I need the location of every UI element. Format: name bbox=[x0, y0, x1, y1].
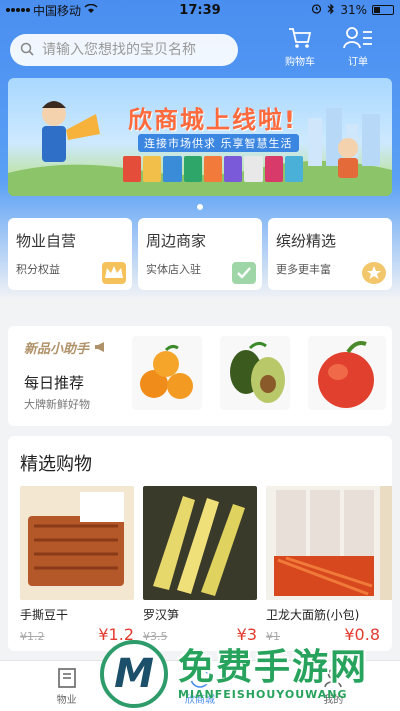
product-image-apple[interactable] bbox=[308, 336, 386, 410]
cart-button[interactable]: 购物车 bbox=[278, 26, 322, 74]
watermark-title: 免费手游网 bbox=[178, 647, 369, 688]
product-image bbox=[266, 486, 380, 600]
banner-pager-dot[interactable] bbox=[197, 204, 203, 210]
watermark-logo: M bbox=[100, 640, 168, 708]
status-bar: 中国移动 17:39 31% bbox=[0, 0, 400, 20]
cart-icon bbox=[289, 28, 312, 48]
new-products-badge: 新品小助手 bbox=[24, 338, 108, 357]
category-title: 缤纷精选 bbox=[276, 232, 337, 250]
product-card[interactable]: 手撕豆干 ¥1.2 ¥1.2 bbox=[20, 486, 134, 644]
orders-label: 订单 bbox=[348, 57, 368, 68]
orders-icon bbox=[343, 27, 372, 49]
category-row: 物业自营 积分权益 周边商家 实体店入驻 缤纷精选 更多更丰富 bbox=[8, 218, 392, 290]
bluetooth-icon bbox=[327, 3, 335, 18]
check-box-icon bbox=[232, 262, 256, 284]
category-card-nearby[interactable]: 周边商家 实体店入驻 bbox=[138, 218, 262, 290]
new-products-card[interactable]: 新品小助手 每日推荐 大牌新鲜好物 bbox=[8, 326, 392, 426]
featured-section: 精选购物 手撕豆干 ¥1.2 ¥1.2 罗汉笋 ¥3.5 ¥3 卫龙大面筋(小包… bbox=[8, 436, 392, 651]
product-name: 手撕豆干 bbox=[20, 608, 69, 622]
search-bar[interactable] bbox=[10, 34, 238, 66]
product-name: 罗汉笋 bbox=[143, 608, 180, 622]
category-title: 周边商家 bbox=[146, 232, 207, 250]
product-card[interactable]: 卫龙大面筋(小包) ¥1 ¥0.8 bbox=[266, 486, 380, 644]
search-header: 购物车 订单 bbox=[0, 26, 400, 76]
featured-title: 精选购物 bbox=[20, 454, 92, 475]
building-icon bbox=[57, 667, 76, 688]
category-title: 物业自营 bbox=[16, 232, 77, 250]
product-card-partial[interactable] bbox=[380, 486, 392, 600]
product-old-price: ¥1.2 bbox=[20, 630, 45, 643]
tab-label: 物业 bbox=[56, 694, 77, 706]
product-image-avocado[interactable] bbox=[220, 336, 290, 410]
vip-crown-icon bbox=[102, 262, 126, 284]
watermark-url: MIANFEISHOUYOUWANG bbox=[178, 688, 348, 701]
product-image-orange[interactable] bbox=[132, 336, 202, 410]
battery-percent: 31% bbox=[340, 3, 367, 17]
product-card[interactable]: 罗汉笋 ¥3.5 ¥3 bbox=[143, 486, 257, 644]
banner-title: 欣商城上线啦! bbox=[128, 106, 297, 134]
category-card-property[interactable]: 物业自营 积分权益 bbox=[8, 218, 132, 290]
promo-banner[interactable]: 欣商城上线啦! 连接市场供求 乐享智慧生活 bbox=[8, 78, 392, 196]
medal-icon bbox=[362, 262, 386, 284]
search-icon bbox=[20, 41, 34, 60]
alarm-icon bbox=[311, 3, 322, 17]
new-products-title: 每日推荐 bbox=[24, 374, 85, 392]
product-image bbox=[20, 486, 134, 600]
category-card-selection[interactable]: 缤纷精选 更多更丰富 bbox=[268, 218, 392, 290]
product-name: 卫龙大面筋(小包) bbox=[266, 608, 360, 622]
product-image bbox=[143, 486, 257, 600]
banner-subtitle: 连接市场供求 乐享智慧生活 bbox=[138, 134, 299, 152]
orders-button[interactable]: 订单 bbox=[336, 26, 380, 74]
new-products-subtitle: 大牌新鲜好物 bbox=[24, 398, 90, 411]
battery-icon bbox=[372, 5, 394, 15]
cart-label: 购物车 bbox=[285, 57, 315, 68]
banner-goods-image bbox=[123, 156, 303, 182]
site-watermark: M 免费手游网 MIANFEISHOUYOUWANG bbox=[100, 636, 400, 711]
megaphone-icon bbox=[94, 342, 108, 357]
search-input[interactable] bbox=[42, 42, 222, 58]
